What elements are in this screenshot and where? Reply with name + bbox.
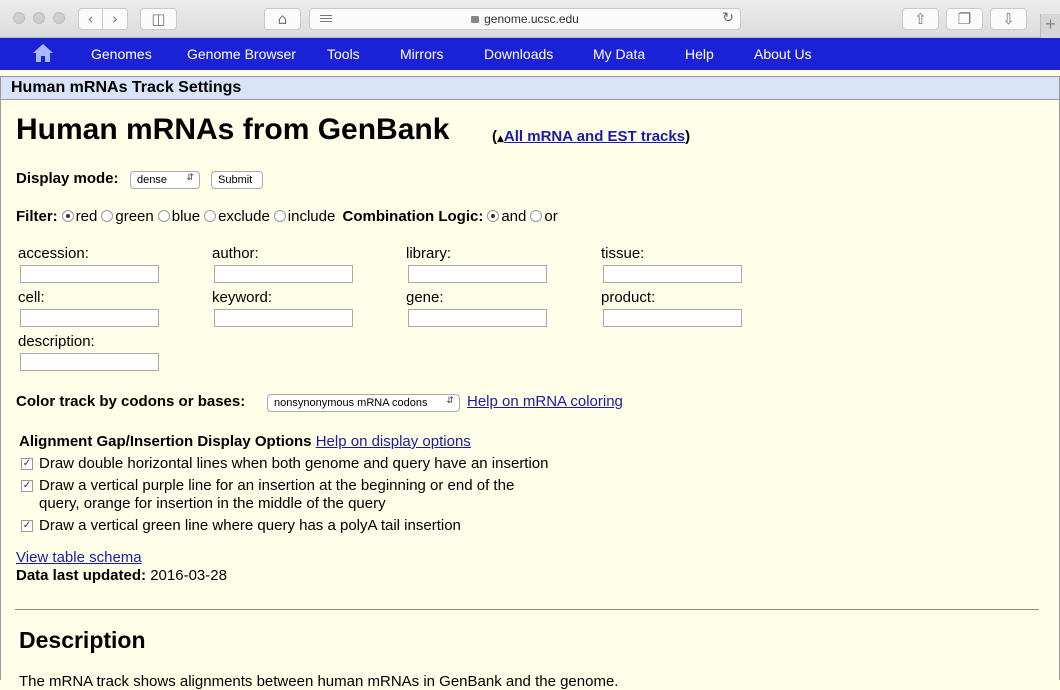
logic-and-radio[interactable] bbox=[487, 210, 500, 222]
author-input[interactable] bbox=[214, 265, 353, 283]
forward-icon[interactable]: › bbox=[103, 8, 128, 30]
description-heading: Description bbox=[19, 627, 146, 653]
nav-about-us[interactable]: About Us bbox=[754, 46, 812, 62]
display-mode-label: Display mode: bbox=[16, 170, 119, 187]
display-options-help-link[interactable]: Help on display options bbox=[316, 433, 471, 450]
keyword-input[interactable] bbox=[214, 309, 353, 327]
minimize-window-icon[interactable] bbox=[33, 12, 45, 24]
nav-my-data[interactable]: My Data bbox=[593, 46, 645, 62]
filter-blue-radio[interactable] bbox=[157, 210, 170, 222]
nav-genome-browser[interactable]: Genome Browser bbox=[187, 46, 296, 62]
track-settings-panel: Human mRNAs Track Settings Human mRNAs f… bbox=[0, 76, 1060, 690]
back-icon[interactable]: ‹ bbox=[78, 8, 103, 30]
logic-or-radio[interactable] bbox=[530, 210, 543, 222]
description-input[interactable] bbox=[20, 353, 159, 371]
tabs-icon[interactable]: ❐ bbox=[946, 8, 983, 30]
panel-header: Human mRNAs Track Settings bbox=[1, 77, 1059, 100]
field-label-library: library: bbox=[406, 245, 452, 262]
address-bar[interactable]: genome.ucsc.edu ↻ bbox=[309, 8, 741, 30]
site-nav: Genomes Genome Browser Tools Mirrors Dow… bbox=[0, 38, 1060, 70]
page-title: Human mRNAs from GenBank bbox=[16, 113, 450, 146]
lock-icon bbox=[471, 16, 480, 23]
home-icon[interactable]: ⌂ bbox=[264, 8, 301, 30]
data-last-updated: Data last updated: 2016-03-28 bbox=[16, 567, 227, 584]
description-text: The mRNA track shows alignments between … bbox=[19, 673, 619, 690]
color-track-label: Color track by codons or bases: bbox=[16, 393, 246, 410]
download-icon[interactable]: ⇩ bbox=[990, 8, 1027, 30]
nav-mirrors[interactable]: Mirrors bbox=[400, 46, 444, 62]
field-label-accession: accession: bbox=[18, 245, 89, 262]
filter-exclude-radio[interactable] bbox=[204, 210, 217, 222]
purple-line-label: Draw a vertical purple line for an inser… bbox=[39, 477, 515, 494]
double-lines-checkbox[interactable]: ✓ bbox=[21, 458, 33, 470]
display-mode-select[interactable]: dense ⇵ bbox=[130, 171, 200, 189]
product-input[interactable] bbox=[603, 309, 742, 327]
nav-genomes[interactable]: Genomes bbox=[91, 46, 152, 62]
filter-include-radio[interactable] bbox=[273, 210, 286, 222]
gap-options-heading: Alignment Gap/Insertion Display Options … bbox=[19, 433, 471, 450]
sidebar-icon[interactable]: ◫ bbox=[140, 8, 177, 30]
polya-line-checkbox[interactable]: ✓ bbox=[21, 520, 33, 532]
gene-input[interactable] bbox=[408, 309, 547, 327]
double-lines-label: Draw double horizontal lines when both g… bbox=[39, 455, 549, 472]
submit-button[interactable]: Submit bbox=[211, 171, 263, 189]
up-arrow-icon: ▲ bbox=[497, 134, 504, 144]
cell-input[interactable] bbox=[20, 309, 159, 327]
field-label-description: description: bbox=[18, 333, 95, 350]
filter-green-radio[interactable] bbox=[101, 210, 114, 222]
purple-line-checkbox[interactable]: ✓ bbox=[21, 480, 33, 492]
section-divider bbox=[15, 609, 1039, 610]
filter-row: Filter: red green blue exclude include Combin… bbox=[16, 208, 558, 225]
select-arrows-icon: ⇵ bbox=[446, 396, 454, 406]
field-label-author: author: bbox=[212, 245, 259, 262]
nav-downloads[interactable]: Downloads bbox=[484, 46, 553, 62]
field-label-gene: gene: bbox=[406, 289, 444, 306]
combination-logic-label: Combination Logic: bbox=[342, 208, 484, 225]
view-table-schema-link[interactable]: View table schema bbox=[16, 549, 142, 566]
mrna-coloring-help-link[interactable]: Help on mRNA coloring bbox=[467, 393, 623, 410]
purple-line-label-cont: query, orange for insertion in the middl… bbox=[39, 495, 386, 512]
nav-tools[interactable]: Tools bbox=[327, 46, 360, 62]
share-icon[interactable]: ⇧ bbox=[902, 8, 939, 30]
library-input[interactable] bbox=[408, 265, 547, 283]
nav-help[interactable]: Help bbox=[685, 46, 714, 62]
zoom-window-icon[interactable] bbox=[53, 12, 65, 24]
field-label-tissue: tissue: bbox=[601, 245, 645, 262]
polya-line-label: Draw a vertical green line where query h… bbox=[39, 517, 461, 534]
close-window-icon[interactable] bbox=[13, 12, 25, 24]
reload-icon[interactable]: ↻ bbox=[722, 10, 734, 26]
all-tracks-link[interactable]: All mRNA and EST tracks bbox=[504, 128, 685, 145]
home-nav-icon[interactable] bbox=[32, 43, 54, 63]
filter-red-radio[interactable] bbox=[61, 210, 74, 222]
url-text: genome.ucsc.edu bbox=[484, 12, 579, 26]
field-label-cell: cell: bbox=[18, 289, 45, 306]
field-label-product: product: bbox=[601, 289, 656, 306]
field-label-keyword: keyword: bbox=[212, 289, 273, 306]
color-track-select[interactable]: nonsynonymous mRNA codons ⇵ bbox=[267, 394, 460, 412]
tissue-input[interactable] bbox=[603, 265, 742, 283]
accession-input[interactable] bbox=[20, 265, 159, 283]
select-arrows-icon: ⇵ bbox=[186, 173, 194, 183]
browser-toolbar: ‹ › ◫ ⌂ genome.ucsc.edu ↻ ⇧ ❐ ⇩ + bbox=[0, 0, 1060, 38]
new-tab-icon[interactable]: + bbox=[1040, 14, 1060, 38]
